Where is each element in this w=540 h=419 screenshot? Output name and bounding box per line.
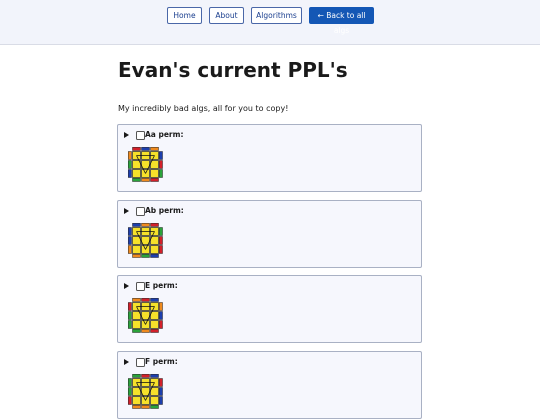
case-title: Aa perm: (145, 130, 184, 139)
disclosure-triangle-icon[interactable] (124, 208, 129, 214)
about-button[interactable]: About (209, 7, 244, 24)
disclosure-triangle-icon[interactable] (124, 132, 129, 138)
home-button[interactable]: Home (167, 7, 202, 24)
algorithms-button[interactable]: Algorithms (251, 7, 302, 24)
intro-text: My incredibly bad algs, all for you to c… (118, 104, 289, 113)
alg-case-card[interactable]: E perm: (117, 275, 422, 343)
learned-checkbox[interactable] (136, 358, 145, 367)
page-title: Evan's current PPL's (118, 58, 348, 82)
case-title: E perm: (145, 281, 178, 290)
disclosure-triangle-icon[interactable] (124, 283, 129, 289)
top-navigation-bar: Home About Algorithms ← Back to all algs (0, 0, 540, 45)
alg-case-card[interactable]: Ab perm: (117, 200, 422, 268)
learned-checkbox[interactable] (136, 282, 145, 291)
case-title: Ab perm: (145, 206, 184, 215)
pll-diagram-aa-icon (128, 147, 164, 183)
pll-diagram-e-icon (128, 298, 164, 334)
learned-checkbox[interactable] (136, 207, 145, 216)
alg-case-card[interactable]: Aa perm: (117, 124, 422, 192)
alg-case-card[interactable]: F perm: (117, 351, 422, 419)
disclosure-triangle-icon[interactable] (124, 359, 129, 365)
learned-checkbox[interactable] (136, 131, 145, 140)
pll-diagram-ab-icon (128, 223, 164, 259)
back-to-all-algs-button[interactable]: ← Back to all algs (309, 7, 374, 35)
nav-buttons: Home About Algorithms ← Back to all algs (0, 7, 540, 35)
case-title: F perm: (145, 357, 178, 366)
